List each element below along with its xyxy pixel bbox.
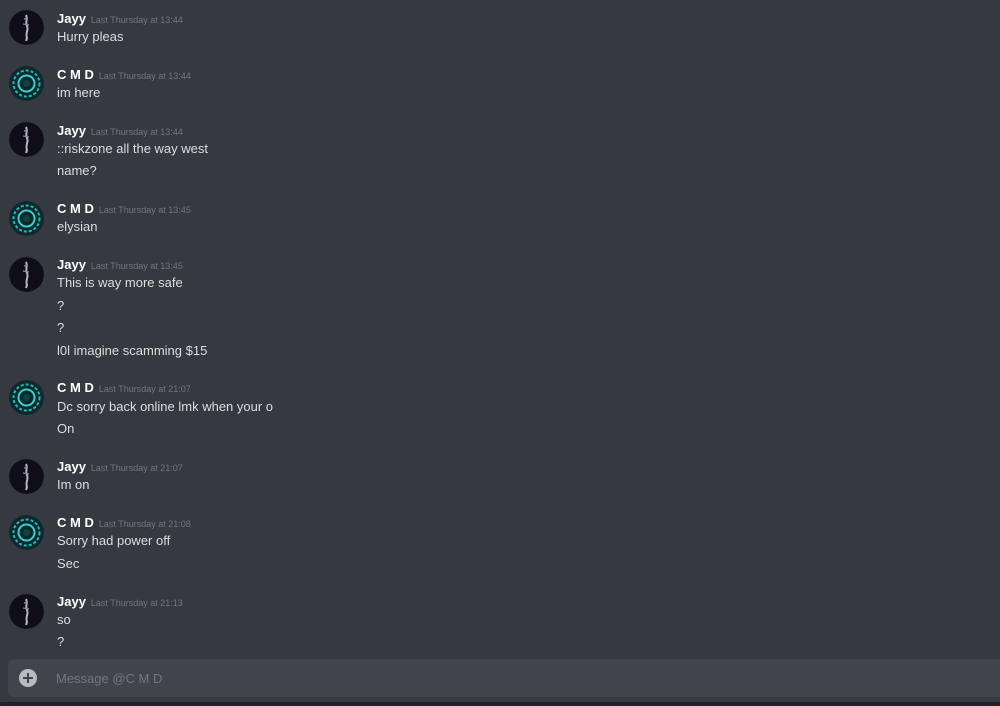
add-attachment-icon[interactable] <box>19 669 37 687</box>
chat-window: Jayy Last Thursday at 13:44 Hurry pleas C… <box>0 0 1000 706</box>
message-text: l0l imagine scamming $15 <box>57 343 208 358</box>
author-name[interactable]: Jayy <box>57 459 86 474</box>
timestamp: Last Thursday at 21:08 <box>98 519 191 529</box>
message-header: Jayy Last Thursday at 21:13 <box>57 594 183 610</box>
message-text: name? <box>57 163 97 178</box>
author-name[interactable]: Jayy <box>57 123 86 138</box>
message-text: ? <box>57 634 65 649</box>
message-header: C M D Last Thursday at 13:45 <box>57 201 191 217</box>
timestamp: Last Thursday at 13:45 <box>98 205 191 215</box>
author-name[interactable]: C M D <box>57 515 94 530</box>
author-name[interactable]: Jayy <box>57 257 86 272</box>
cmd-avatar-icon[interactable] <box>9 515 44 550</box>
message-header: C M D Last Thursday at 13:44 <box>57 67 191 83</box>
timestamp: Last Thursday at 13:45 <box>90 261 183 271</box>
cmd-avatar-icon[interactable] <box>9 380 44 415</box>
message-text: On <box>57 421 75 436</box>
timestamp: Last Thursday at 13:44 <box>90 15 183 25</box>
message-header: Jayy Last Thursday at 13:44 <box>57 11 183 27</box>
timestamp: Last Thursday at 13:44 <box>90 127 183 137</box>
message-header: Jayy Last Thursday at 21:07 <box>57 459 183 475</box>
jayy-avatar-icon[interactable] <box>9 10 44 45</box>
message-header: C M D Last Thursday at 21:08 <box>57 515 191 531</box>
author-name[interactable]: Jayy <box>57 11 86 26</box>
jayy-avatar-icon[interactable] <box>9 122 44 157</box>
message-text: so <box>57 612 71 627</box>
timestamp: Last Thursday at 21:07 <box>90 463 183 473</box>
message-text: Dc sorry back online lmk when your o <box>57 399 274 414</box>
timestamp: Last Thursday at 13:44 <box>98 71 191 81</box>
jayy-avatar-icon[interactable] <box>9 459 44 494</box>
message-header: Jayy Last Thursday at 13:44 <box>57 123 183 139</box>
bottom-divider <box>0 702 1000 706</box>
timestamp: Last Thursday at 21:13 <box>90 598 183 608</box>
message-text: ? <box>57 320 65 335</box>
message-text: Hurry pleas <box>57 29 124 44</box>
author-name[interactable]: C M D <box>57 201 94 216</box>
cmd-avatar-icon[interactable] <box>9 66 44 101</box>
message-header: Jayy Last Thursday at 13:45 <box>57 257 183 273</box>
message-text: Sec <box>57 556 80 571</box>
message-text: im here <box>57 85 101 100</box>
jayy-avatar-icon[interactable] <box>9 594 44 629</box>
message-text: Im on <box>57 477 90 492</box>
cmd-avatar-icon[interactable] <box>9 201 44 236</box>
message-text: This is way more safe <box>57 275 183 290</box>
author-name[interactable]: C M D <box>57 67 94 82</box>
jayy-avatar-icon[interactable] <box>9 257 44 292</box>
author-name[interactable]: Jayy <box>57 594 86 609</box>
message-header: C M D Last Thursday at 21:07 <box>57 380 191 396</box>
message-text: ::riskzone all the way west <box>57 141 209 156</box>
author-name[interactable]: C M D <box>57 380 94 395</box>
message-input[interactable] <box>56 659 956 697</box>
message-text: ? <box>57 298 65 313</box>
message-text: Sorry had power off <box>57 533 171 548</box>
message-composer <box>8 659 1000 697</box>
message-text: elysian <box>57 219 98 234</box>
timestamp: Last Thursday at 21:07 <box>98 384 191 394</box>
